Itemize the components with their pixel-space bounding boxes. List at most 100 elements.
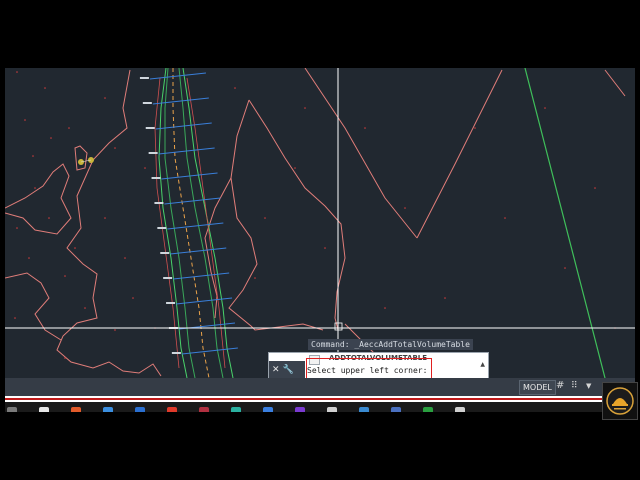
survey-point <box>50 137 52 139</box>
survey-point <box>444 297 446 299</box>
model-space-tab[interactable]: MODEL <box>519 380 556 395</box>
crosshair-cursor <box>5 68 635 378</box>
survey-point <box>132 297 134 299</box>
contour-top-right <box>604 69 626 97</box>
snap-mode-icon[interactable]: ⠿ <box>571 381 578 391</box>
survey-point <box>594 187 596 189</box>
survey-point <box>124 257 126 259</box>
taskbar-app-icon[interactable] <box>263 407 273 412</box>
taskbar-app-icon[interactable] <box>199 407 209 412</box>
sample-line <box>167 222 224 230</box>
taskbar-app-icon[interactable] <box>135 407 145 412</box>
survey-point <box>294 167 296 169</box>
command-history-line: Command: _AeccAddTotalVolumeTable <box>308 339 473 350</box>
survey-point <box>264 217 266 219</box>
sample-line <box>149 72 206 80</box>
survey-point <box>254 277 256 279</box>
survey-point <box>74 247 76 249</box>
contour-middle-loop <box>228 99 324 331</box>
sample-line <box>164 197 221 205</box>
channel-logo-icon <box>602 382 638 420</box>
survey-point <box>474 127 476 129</box>
survey-point <box>16 71 18 73</box>
contour-left-boundary <box>56 69 162 377</box>
contour-west-arm <box>5 272 62 341</box>
station-label <box>160 252 170 254</box>
alignment-centerline <box>172 68 210 378</box>
corridor-edge-inner-left <box>164 68 196 378</box>
survey-point <box>32 155 34 157</box>
sample-line <box>152 97 209 105</box>
survey-point <box>64 357 66 359</box>
contour-left-inner <box>74 145 88 171</box>
survey-point <box>384 307 386 309</box>
contour-v-shape <box>416 69 503 239</box>
survey-point <box>34 187 36 189</box>
survey-point <box>14 317 16 319</box>
sample-line <box>155 122 212 130</box>
station-label <box>139 77 149 79</box>
drawing-canvas[interactable] <box>5 68 635 378</box>
survey-point <box>44 87 46 89</box>
taskbar-app-icon[interactable] <box>423 407 433 412</box>
station-label <box>145 127 155 129</box>
station-label <box>163 277 173 279</box>
survey-point <box>364 127 366 129</box>
survey-point <box>114 329 116 331</box>
close-icon[interactable]: ✕ <box>272 365 280 375</box>
drawing-viewport[interactable] <box>5 68 635 378</box>
survey-point <box>48 217 50 219</box>
daylight-left <box>154 77 180 369</box>
sample-line <box>181 347 238 355</box>
station-label <box>154 202 164 204</box>
contour-diagonal <box>304 68 418 239</box>
wrench-icon[interactable]: 🔧 <box>283 365 294 375</box>
command-line-toolbar: ✕ 🔧 <box>269 361 305 379</box>
survey-point <box>144 167 146 169</box>
survey-point <box>564 267 566 269</box>
taskbar-app-icon[interactable] <box>39 407 49 412</box>
taskbar-app-icon[interactable] <box>455 407 465 412</box>
grid-icon[interactable]: # <box>556 380 564 391</box>
command-prompt[interactable]: Select upper left corner: <box>307 366 427 375</box>
survey-point <box>504 217 506 219</box>
autocomplete-command-icon <box>309 355 320 365</box>
survey-point <box>324 247 326 249</box>
survey-point <box>24 119 26 121</box>
autocomplete-suggestion[interactable]: ADDTOTALVOLUMETABLE <box>329 354 427 362</box>
survey-point <box>234 87 236 89</box>
taskbar-app-icon[interactable] <box>167 407 177 412</box>
sample-lines <box>149 72 238 355</box>
station-label <box>148 152 158 154</box>
survey-point <box>104 97 106 99</box>
taskbar-app-icon[interactable] <box>295 407 305 412</box>
survey-points <box>14 71 616 359</box>
survey-point <box>404 207 406 209</box>
taskbar-app-icon[interactable] <box>103 407 113 412</box>
station-label <box>157 227 167 229</box>
contour-far-left <box>5 163 72 235</box>
contour-lines <box>5 68 626 378</box>
taskbar-app-icon[interactable] <box>359 407 369 412</box>
command-history-dropdown[interactable]: ▲ <box>480 361 485 368</box>
taskbar <box>5 402 605 412</box>
contour-middle-right <box>248 99 346 331</box>
taskbar-app-icon[interactable] <box>231 407 241 412</box>
command-line-window[interactable]: ✕ 🔧 ADDTOTALVOLUMETABLE Select upper lef… <box>268 352 489 380</box>
station-label <box>171 352 181 354</box>
taskbar-app-icon[interactable] <box>7 407 17 412</box>
chevron-down-icon[interactable]: ▼ <box>586 382 591 390</box>
station-label <box>142 102 152 104</box>
survey-point <box>104 217 106 219</box>
green-boundary-line <box>524 68 606 378</box>
survey-point <box>304 107 306 109</box>
survey-point <box>64 275 66 277</box>
taskbar-app-icon[interactable] <box>391 407 401 412</box>
taskbar-app-icon[interactable] <box>71 407 81 412</box>
sample-line <box>170 247 227 255</box>
station-label <box>166 302 176 304</box>
survey-point <box>68 127 70 129</box>
survey-point <box>28 257 30 259</box>
taskbar-app-icon[interactable] <box>327 407 337 412</box>
survey-point <box>16 227 18 229</box>
